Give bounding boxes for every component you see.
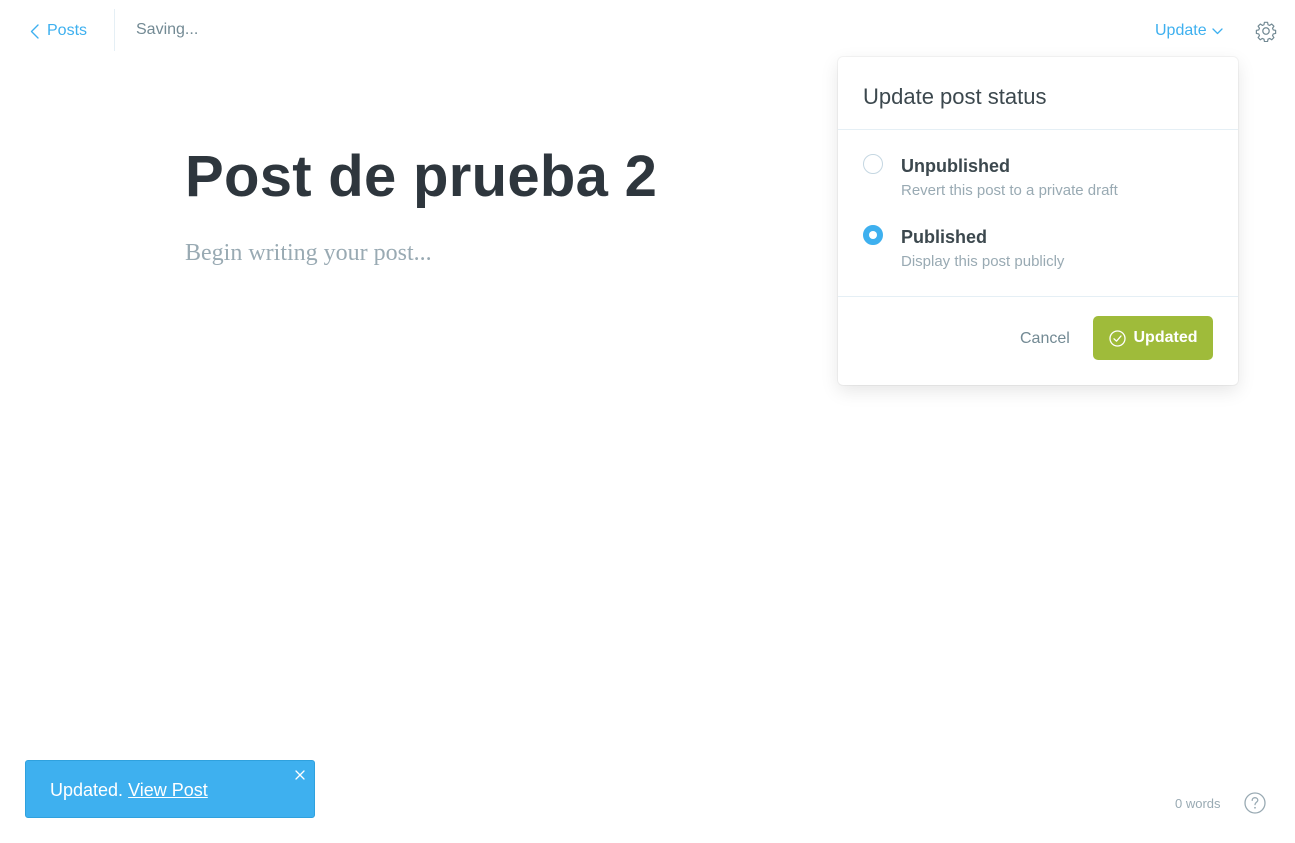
gear-icon	[1255, 21, 1277, 42]
close-icon[interactable]	[294, 769, 306, 781]
post-body-editor[interactable]: Begin writing your post...	[185, 240, 432, 267]
question-circle-icon[interactable]	[1244, 792, 1266, 814]
view-post-link[interactable]: View Post	[128, 780, 208, 800]
chevron-left-icon	[30, 23, 39, 39]
unpublished-radio[interactable]	[863, 154, 883, 174]
editor-header: Posts Saving... Update	[0, 0, 1295, 62]
check-circle-icon	[1108, 329, 1126, 347]
publish-options: Unpublished Revert this post to a privat…	[838, 130, 1238, 297]
back-to-posts-link[interactable]: Posts	[30, 19, 87, 43]
published-radio[interactable]	[863, 225, 883, 245]
updated-button-label: Updated	[1133, 329, 1198, 346]
settings-button[interactable]	[1254, 19, 1278, 43]
option-published-label: Published	[901, 227, 988, 247]
option-unpublished-description: Revert this post to a private draft	[901, 182, 1118, 199]
publish-dropdown-heading: Update post status	[838, 57, 1238, 130]
notification-text: Updated.	[50, 780, 124, 800]
cancel-button[interactable]: Cancel	[1020, 330, 1070, 348]
option-unpublished-label: Unpublished	[901, 156, 1010, 176]
header-divider	[114, 9, 115, 51]
notification-toast: Updated. View Post	[25, 760, 315, 818]
publish-dropdown-footer: Cancel Updated	[838, 297, 1238, 384]
update-dropdown-trigger[interactable]: Update	[1155, 19, 1223, 43]
save-status: Saving...	[136, 21, 199, 38]
back-link-label: Posts	[47, 22, 88, 39]
updated-button[interactable]: Updated	[1093, 316, 1213, 360]
word-count: 0 words	[1175, 796, 1221, 811]
option-published-description: Display this post publicly	[901, 253, 1065, 270]
update-trigger-label: Update	[1155, 22, 1207, 39]
publish-dropdown: Update post status Unpublished Revert th…	[838, 57, 1238, 385]
chevron-down-icon	[1211, 27, 1223, 34]
post-title[interactable]: Post de prueba 2	[185, 143, 657, 210]
notification-message: Updated. View Post	[50, 780, 208, 801]
